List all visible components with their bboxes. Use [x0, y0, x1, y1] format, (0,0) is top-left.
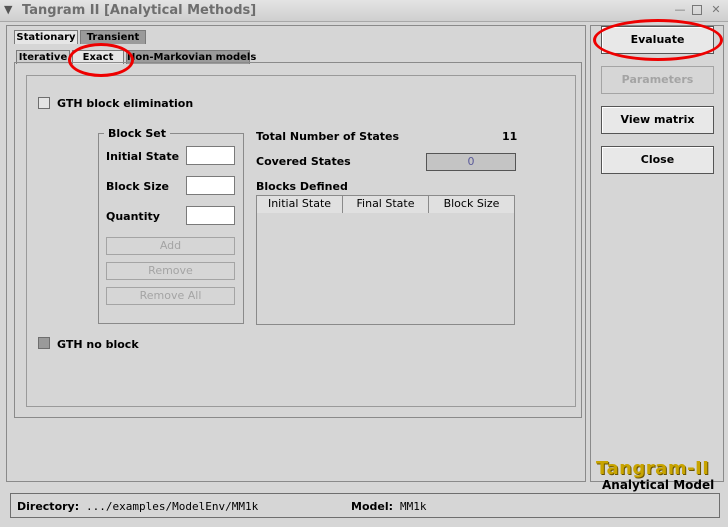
blocks-defined-label: Blocks Defined [256, 180, 348, 193]
parameters-button[interactable]: Parameters [601, 66, 714, 94]
analytical-model-caption: Analytical Model [602, 478, 715, 492]
model-value: MM1k [400, 500, 427, 513]
initial-state-input[interactable] [186, 146, 235, 165]
view-matrix-button[interactable]: View matrix [601, 106, 714, 134]
covered-states-label: Covered States [256, 155, 351, 168]
table-header: Initial State Final State Block Size [257, 196, 514, 213]
block-size-label: Block Size [106, 180, 169, 193]
total-states-label: Total Number of States [256, 130, 400, 143]
directory-label: Directory: [17, 500, 80, 513]
maximize-icon[interactable] [692, 5, 702, 15]
block-size-input[interactable] [186, 176, 235, 195]
gth-block-elimination-checkbox[interactable] [38, 97, 50, 109]
quantity-input[interactable] [186, 206, 235, 225]
directory-value: .../examples/ModelEnv/MM1k [86, 500, 259, 513]
total-states-value: 11 [502, 130, 518, 143]
gth-no-block-checkbox[interactable] [38, 337, 50, 349]
blocks-defined-table[interactable]: Initial State Final State Block Size [256, 195, 515, 325]
window-title: Tangram II [Analytical Methods] [22, 3, 257, 18]
remove-all-button[interactable]: Remove All [106, 287, 235, 305]
tab-stationary[interactable]: Stationary [14, 30, 78, 44]
block-set-legend: Block Set [104, 127, 171, 140]
model-label: Model: [351, 500, 394, 513]
title-bar: ▼ Tangram II [Analytical Methods] — ✕ [0, 0, 728, 22]
column-header-final-state[interactable]: Final State [343, 196, 429, 213]
close-button[interactable]: Close [601, 146, 714, 174]
gth-block-elimination-label: GTH block elimination [57, 97, 194, 110]
column-header-initial-state[interactable]: Initial State [257, 196, 343, 213]
window-menu-icon[interactable]: ▼ [4, 3, 18, 17]
column-header-block-size[interactable]: Block Size [429, 196, 514, 213]
remove-button[interactable]: Remove [106, 262, 235, 280]
initial-state-label: Initial State [106, 150, 180, 163]
close-icon[interactable]: ✕ [710, 4, 722, 16]
covered-states-field: 0 [426, 153, 516, 171]
add-button[interactable]: Add [106, 237, 235, 255]
evaluate-button[interactable]: Evaluate [601, 26, 714, 54]
tab-transient[interactable]: Transient [80, 30, 146, 44]
tangram-logo: Tangram-II [596, 458, 710, 479]
gth-no-block-label: GTH no block [57, 338, 139, 351]
minimize-icon[interactable]: — [674, 4, 686, 16]
quantity-label: Quantity [106, 210, 160, 223]
